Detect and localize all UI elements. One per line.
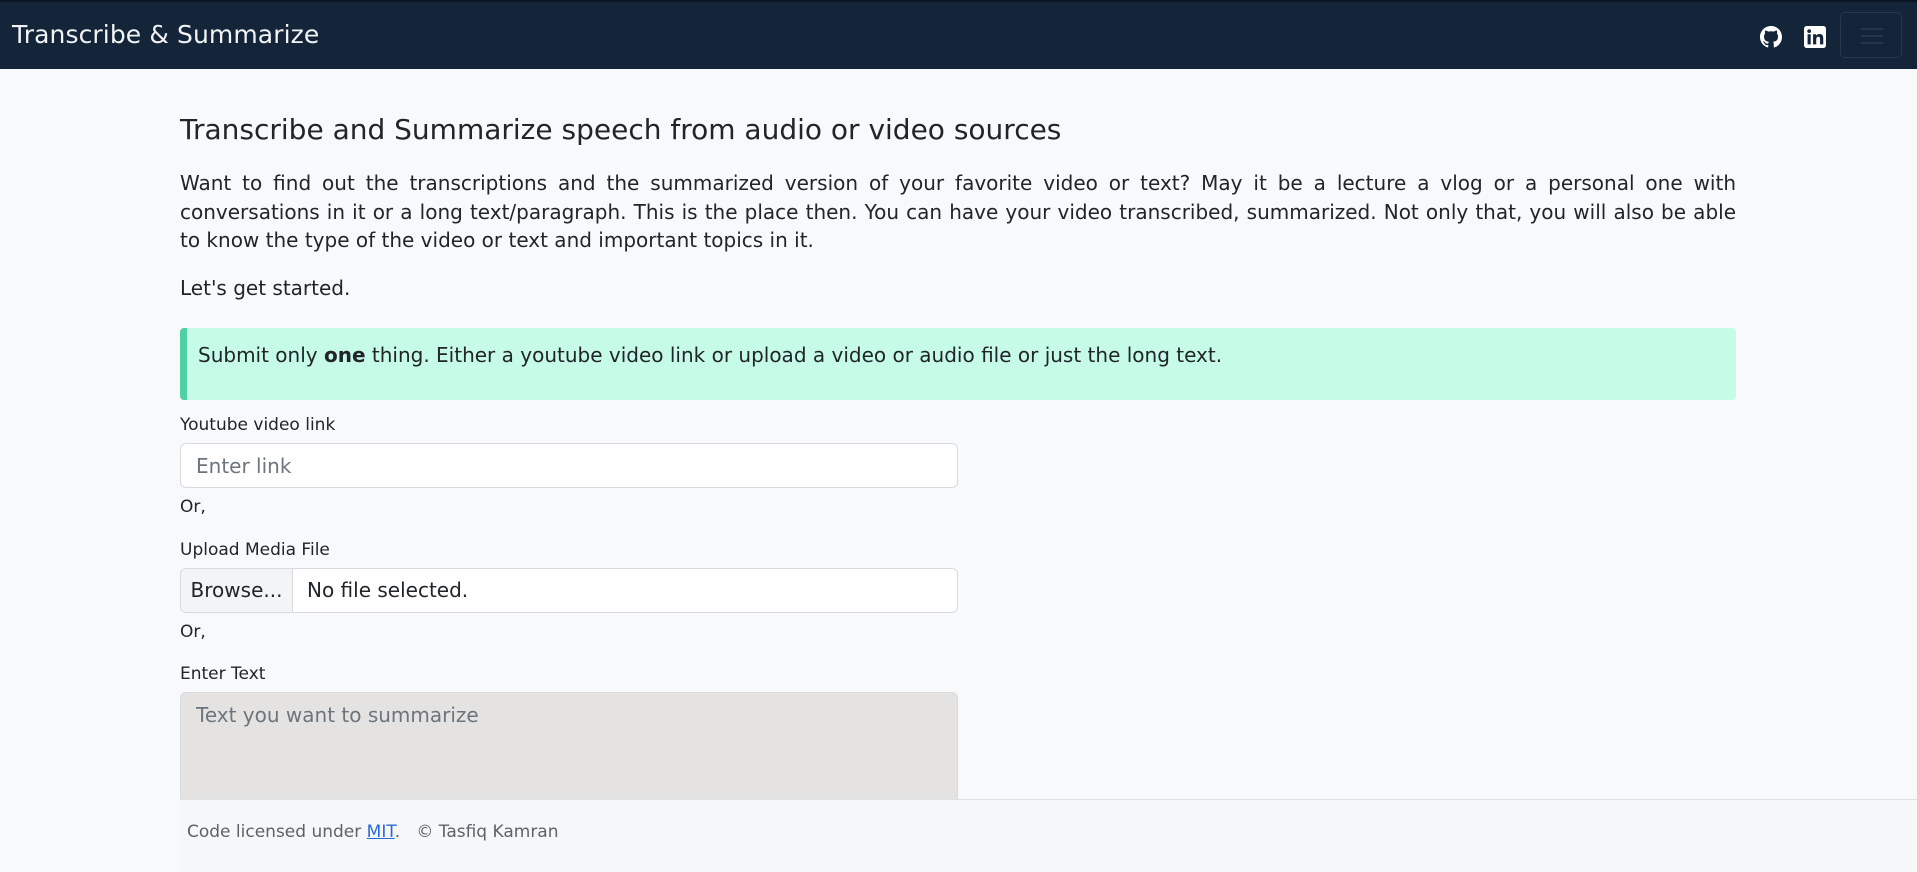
youtube-link-input[interactable] xyxy=(180,443,958,488)
alert-emphasis: one xyxy=(323,343,366,367)
alert-suffix: thing. Either a youtube video link or up… xyxy=(365,343,1223,367)
github-icon[interactable] xyxy=(1760,26,1782,48)
get-started-text: Let's get started. xyxy=(180,276,351,300)
footer-text: Code licensed under MIT. © Tasfiq Kamran xyxy=(187,822,559,842)
upload-media-label: Upload Media File xyxy=(180,540,330,560)
menu-toggle-button[interactable] xyxy=(1840,12,1902,58)
browse-button[interactable]: Browse... xyxy=(181,569,293,612)
license-prefix: Code licensed under xyxy=(187,822,367,842)
top-navbar: Transcribe & Summarize xyxy=(0,0,1917,69)
youtube-link-label: Youtube video link xyxy=(180,415,336,435)
or-separator: Or, xyxy=(180,497,206,517)
license-suffix: . xyxy=(394,822,401,842)
menu-icon xyxy=(1861,28,1883,30)
brand-title[interactable]: Transcribe & Summarize xyxy=(12,20,319,49)
enter-text-label: Enter Text xyxy=(180,664,266,684)
summary-text-area[interactable] xyxy=(180,692,958,812)
intro-paragraph: Want to find out the transcriptions and … xyxy=(180,171,1736,252)
alert-prefix: Submit only xyxy=(198,343,324,367)
linkedin-icon[interactable] xyxy=(1804,26,1826,48)
page-footer: Code licensed under MIT. © Tasfiq Kamran xyxy=(180,799,1917,872)
or-separator: Or, xyxy=(180,622,206,642)
file-input[interactable]: Browse... No file selected. xyxy=(180,568,958,613)
mit-license-link[interactable]: MIT xyxy=(367,822,395,842)
copyright-text: © Tasfiq Kamran xyxy=(416,822,559,842)
info-alert: Submit only one thing. Either a youtube … xyxy=(180,328,1736,400)
page-title: Transcribe and Summarize speech from aud… xyxy=(180,113,1062,146)
file-status-text: No file selected. xyxy=(307,578,469,602)
